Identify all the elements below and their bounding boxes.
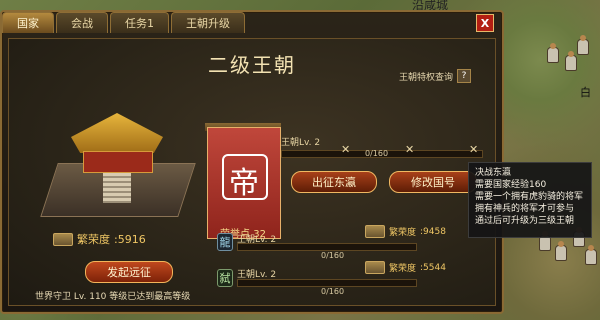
privilege-query-label: 王朝特权查询: [399, 72, 454, 83]
milestone-x-icon: ✕: [469, 143, 479, 156]
map-city-label-right[interactable]: 白: [580, 84, 591, 100]
assassin-faction-icon: 弑: [217, 269, 233, 287]
tab-dynasty-upgrade[interactable]: 王朝升级: [171, 12, 245, 33]
tooltip-line: 拥有神兵的将军才可参与: [475, 204, 575, 214]
world-guard-status: 世界守卫 Lv. 110 等级已达到最高等级: [35, 292, 191, 302]
emperor-glyph: 帝: [229, 166, 259, 201]
rename-nation-button[interactable]: 修改国号: [389, 171, 477, 193]
launch-expedition-button[interactable]: 发起远征: [85, 261, 173, 283]
dragon-faction-icon: 龍: [217, 233, 233, 251]
map-unit[interactable]: [578, 35, 588, 54]
prosperity-icon: [53, 232, 73, 246]
panel-tabs: 国家 会战 任务1 王朝升级: [2, 12, 245, 34]
map-unit[interactable]: [556, 241, 566, 260]
tooltip-line: 通过后可升级为三级王朝: [475, 216, 575, 226]
palace-stairs: [103, 173, 131, 203]
row-prosperity: 繁荣度:5544: [365, 261, 446, 274]
milestone-x-icon: ✕: [341, 143, 351, 156]
help-icon[interactable]: ?: [457, 69, 472, 83]
map-unit[interactable]: [548, 43, 558, 62]
row-prosperity-label: 繁荣度: [389, 228, 417, 238]
palace-image: [40, 103, 196, 223]
row-prosperity-value: :9458: [420, 226, 446, 237]
tooltip-line: 需要一个拥有虎豹骑的将军: [475, 192, 584, 202]
prosperity-label: 繁荣度: [77, 233, 110, 246]
palace-wall: [83, 151, 153, 173]
palace-roof: [71, 113, 163, 153]
row-progress-value: 0/160: [321, 251, 345, 260]
map-unit[interactable]: [566, 51, 576, 70]
milestone-x-icon: ✕: [405, 143, 415, 156]
map-unit[interactable]: [540, 231, 550, 250]
row-prosperity: 繁荣度:9458: [365, 225, 446, 238]
tooltip-line: 决战东瀛: [475, 168, 512, 178]
prosperity-value: :5916: [114, 232, 146, 246]
main-dynasty-level: 王朝Lv. 2: [281, 138, 321, 148]
privilege-query-link[interactable]: 王朝特权查询 ?: [399, 69, 472, 83]
row-progress-value: 0/160: [321, 287, 345, 296]
map-unit[interactable]: [586, 245, 596, 264]
expedition-tooltip: 决战东瀛 需要国家经验160 需要一个拥有虎豹骑的将军 拥有神兵的将军才可参与 …: [468, 162, 592, 238]
panel-content: 二级王朝 王朝特权查询 ? 繁荣度:5916 发起远征 世界守卫 Lv. 110…: [8, 38, 496, 306]
row-prosperity-label: 繁荣度: [389, 264, 417, 274]
tab-task[interactable]: 任务1: [110, 12, 169, 33]
prosperity-icon: [365, 261, 385, 274]
tab-battle[interactable]: 会战: [56, 12, 108, 33]
emperor-banner: 帝: [207, 127, 281, 239]
prosperity-display: 繁荣度 :5916: [53, 231, 146, 247]
row-progress-bar: [237, 279, 417, 287]
expedition-east-button[interactable]: 出征东瀛: [291, 171, 377, 193]
prosperity-icon: [365, 225, 385, 238]
row-progress-bar: [237, 243, 417, 251]
tab-nation[interactable]: 国家: [2, 12, 54, 33]
close-button[interactable]: X: [476, 14, 494, 32]
row-prosperity-value: :5544: [420, 262, 446, 273]
tooltip-line: 需要国家经验160: [475, 180, 547, 190]
main-progress-value: 0/160: [365, 149, 389, 158]
dynasty-panel: 国家 会战 任务1 王朝升级 X 二级王朝 王朝特权查询 ? 繁荣度:5916 …: [0, 10, 504, 314]
